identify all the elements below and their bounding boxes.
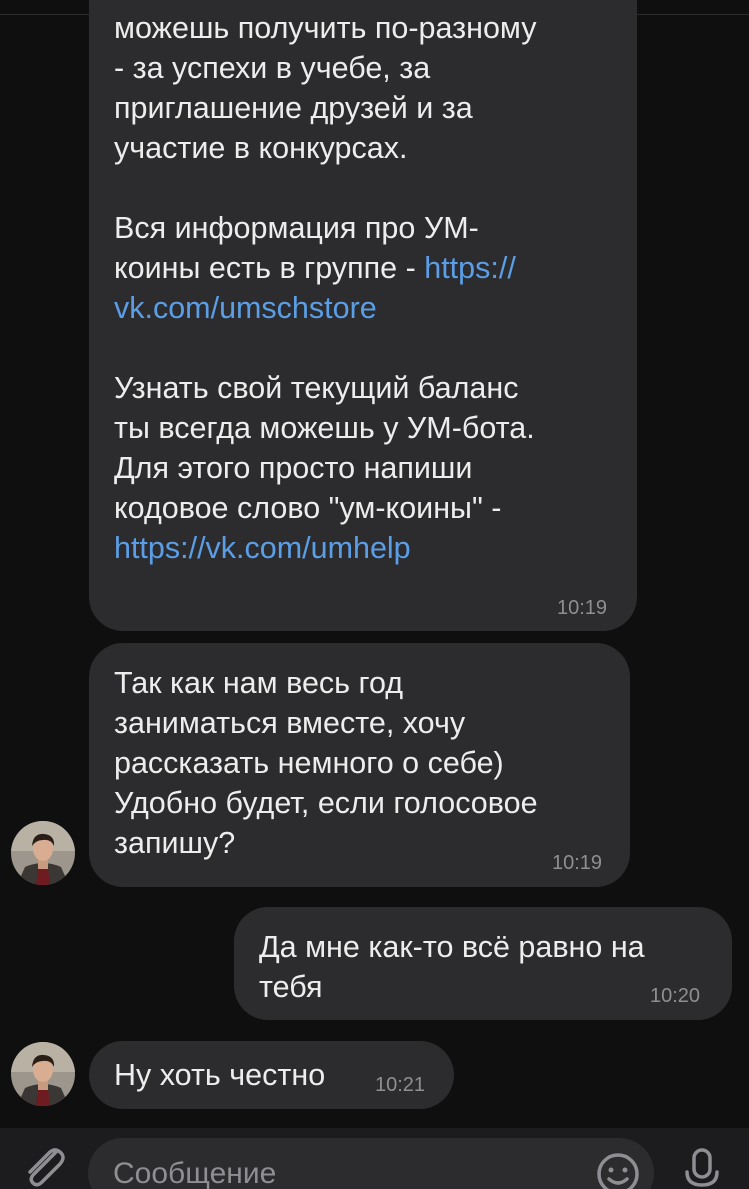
message-text-line: рассказать немного о себе) bbox=[114, 746, 504, 780]
message-text-line: Для этого просто напиши bbox=[114, 451, 473, 485]
message-bubble-incoming-long[interactable]: можешь получить по-разному - за успехи в… bbox=[89, 0, 637, 631]
message-text-line: заниматься вместе, хочу bbox=[114, 706, 466, 740]
message-text-line: приглашение друзей и за bbox=[114, 91, 473, 125]
message-text-line: Вся информация про УМ- bbox=[114, 211, 479, 245]
message-text-fragment: коины есть в группе - bbox=[114, 251, 425, 285]
message-text-line: Да мне как-то всё равно на bbox=[259, 930, 645, 964]
message-input-placeholder: Сообщение bbox=[113, 1157, 277, 1189]
message-text-line: участие в конкурсах. bbox=[114, 131, 408, 165]
message-text-line: тебя bbox=[259, 970, 323, 1004]
bot-link[interactable]: https://vk.com/umhelp bbox=[114, 528, 617, 568]
message-text-line: Удобно будет, если голосовое bbox=[114, 786, 538, 820]
message-text-line: кодовое слово "ум-коины" - bbox=[114, 491, 502, 525]
sender-avatar[interactable] bbox=[11, 1042, 75, 1106]
message-time: 10:19 bbox=[552, 852, 603, 874]
message-time: 10:19 bbox=[557, 597, 608, 619]
message-text-line: запишу? bbox=[114, 826, 236, 860]
message-text-line: Узнать свой текущий баланс bbox=[114, 371, 519, 405]
message-time: 10:20 bbox=[650, 985, 701, 1007]
message-time: 10:21 bbox=[375, 1074, 426, 1096]
avatar-photo bbox=[11, 821, 75, 885]
microphone-icon[interactable] bbox=[682, 1146, 722, 1189]
message-text-line: коины есть в группе - https:// bbox=[114, 248, 617, 288]
message-text-line: ты всегда можешь у УМ-бота. bbox=[114, 411, 535, 445]
avatar-photo bbox=[11, 1042, 75, 1106]
chat-screen: можешь получить по-разному - за успехи в… bbox=[0, 0, 749, 1189]
smiley-icon[interactable] bbox=[595, 1150, 641, 1189]
sender-avatar[interactable] bbox=[11, 821, 75, 885]
message-bubble-incoming[interactable]: Так как нам весь год заниматься вместе, … bbox=[89, 643, 630, 887]
message-text-line: Так как нам весь год bbox=[114, 666, 404, 700]
message-text-line: - за успехи в учебе, за bbox=[114, 51, 431, 85]
message-text-line: можешь получить по-разному bbox=[114, 11, 537, 45]
paperclip-icon[interactable] bbox=[20, 1146, 68, 1189]
group-link-continued[interactable]: vk.com/umschstore bbox=[114, 288, 617, 328]
group-link[interactable]: https:// bbox=[424, 251, 516, 285]
